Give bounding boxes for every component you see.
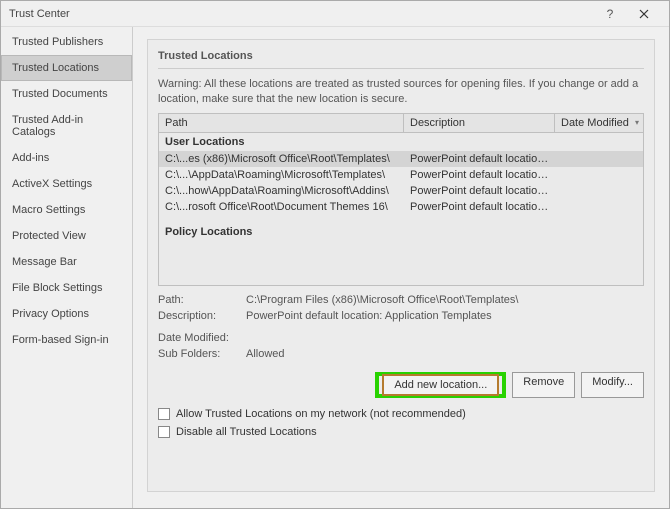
- cell-description: PowerPoint default location: Templates: [404, 167, 555, 183]
- detail-description-value: PowerPoint default location: Application…: [246, 310, 492, 322]
- trust-center-window: Trust Center ? Trusted PublishersTrusted…: [0, 0, 670, 509]
- sidebar-item-privacy-options[interactable]: Privacy Options: [1, 301, 132, 327]
- close-button[interactable]: [627, 1, 661, 26]
- table-body: User LocationsC:\...es (x86)\Microsoft O…: [159, 133, 643, 285]
- checkbox-icon: [158, 426, 170, 438]
- sidebar: Trusted PublishersTrusted LocationsTrust…: [1, 27, 133, 508]
- disable-all-checkbox-row[interactable]: Disable all Trusted Locations: [158, 426, 644, 438]
- sidebar-item-add-ins[interactable]: Add-ins: [1, 145, 132, 171]
- checkbox-icon: [158, 408, 170, 420]
- cell-path: C:\...es (x86)\Microsoft Office\Root\Tem…: [159, 151, 404, 167]
- detail-date-modified-label: Date Modified:: [158, 332, 246, 344]
- allow-network-label: Allow Trusted Locations on my network (n…: [176, 408, 466, 420]
- sidebar-item-trusted-add-in-catalogs[interactable]: Trusted Add-in Catalogs: [1, 107, 132, 145]
- detail-subfolders-label: Sub Folders:: [158, 348, 246, 360]
- sidebar-item-form-based-sign-in[interactable]: Form-based Sign-in: [1, 327, 132, 353]
- warning-text: Warning: All these locations are treated…: [158, 77, 644, 107]
- button-row: Add new location... Remove Modify...: [158, 372, 644, 398]
- cell-date: [555, 167, 643, 183]
- window-title: Trust Center: [9, 8, 593, 20]
- add-new-location-button[interactable]: Add new location...: [382, 374, 499, 396]
- detail-path-value: C:\Program Files (x86)\Microsoft Office\…: [246, 294, 518, 306]
- group-user-locations: User Locations: [159, 133, 643, 151]
- cell-path: C:\...\AppData\Roaming\Microsoft\Templat…: [159, 167, 404, 183]
- help-button[interactable]: ?: [593, 1, 627, 26]
- allow-network-checkbox-row[interactable]: Allow Trusted Locations on my network (n…: [158, 408, 644, 420]
- cell-description: PowerPoint default location: Addins: [404, 183, 555, 199]
- sidebar-item-trusted-locations[interactable]: Trusted Locations: [1, 55, 132, 81]
- sidebar-item-message-bar[interactable]: Message Bar: [1, 249, 132, 275]
- locations-table: Path Description Date Modified▾ User Loc…: [158, 113, 644, 286]
- highlight-box: Add new location...: [375, 372, 506, 398]
- sidebar-item-macro-settings[interactable]: Macro Settings: [1, 197, 132, 223]
- sidebar-item-trusted-documents[interactable]: Trusted Documents: [1, 81, 132, 107]
- table-row[interactable]: C:\...rosoft Office\Root\Document Themes…: [159, 199, 643, 215]
- section-title: Trusted Locations: [158, 46, 644, 69]
- close-icon: [639, 9, 649, 19]
- cell-path: C:\...rosoft Office\Root\Document Themes…: [159, 199, 404, 215]
- cell-date: [555, 151, 643, 167]
- details-panel: Path:C:\Program Files (x86)\Microsoft Of…: [158, 292, 644, 362]
- cell-date: [555, 199, 643, 215]
- sidebar-item-file-block-settings[interactable]: File Block Settings: [1, 275, 132, 301]
- cell-description: PowerPoint default location: Application…: [404, 151, 555, 167]
- group-policy-locations: Policy Locations: [159, 223, 643, 241]
- main-panel: Trusted Locations Warning: All these loc…: [133, 27, 669, 508]
- cell-date: [555, 183, 643, 199]
- remove-button[interactable]: Remove: [512, 372, 575, 398]
- sidebar-item-activex-settings[interactable]: ActiveX Settings: [1, 171, 132, 197]
- modify-button[interactable]: Modify...: [581, 372, 644, 398]
- col-path-header[interactable]: Path: [159, 114, 404, 132]
- table-header: Path Description Date Modified▾: [159, 114, 643, 133]
- detail-description-label: Description:: [158, 310, 246, 322]
- sidebar-item-trusted-publishers[interactable]: Trusted Publishers: [1, 29, 132, 55]
- titlebar: Trust Center ?: [1, 1, 669, 27]
- col-description-header[interactable]: Description: [404, 114, 555, 132]
- table-row[interactable]: C:\...es (x86)\Microsoft Office\Root\Tem…: [159, 151, 643, 167]
- cell-path: C:\...how\AppData\Roaming\Microsoft\Addi…: [159, 183, 404, 199]
- col-date-modified-header[interactable]: Date Modified▾: [555, 114, 643, 132]
- detail-path-label: Path:: [158, 294, 246, 306]
- detail-subfolders-value: Allowed: [246, 348, 285, 360]
- table-row[interactable]: C:\...how\AppData\Roaming\Microsoft\Addi…: [159, 183, 643, 199]
- table-row[interactable]: C:\...\AppData\Roaming\Microsoft\Templat…: [159, 167, 643, 183]
- chevron-down-icon: ▾: [635, 118, 639, 127]
- cell-description: PowerPoint default location: Application…: [404, 199, 555, 215]
- disable-all-label: Disable all Trusted Locations: [176, 426, 317, 438]
- sidebar-item-protected-view[interactable]: Protected View: [1, 223, 132, 249]
